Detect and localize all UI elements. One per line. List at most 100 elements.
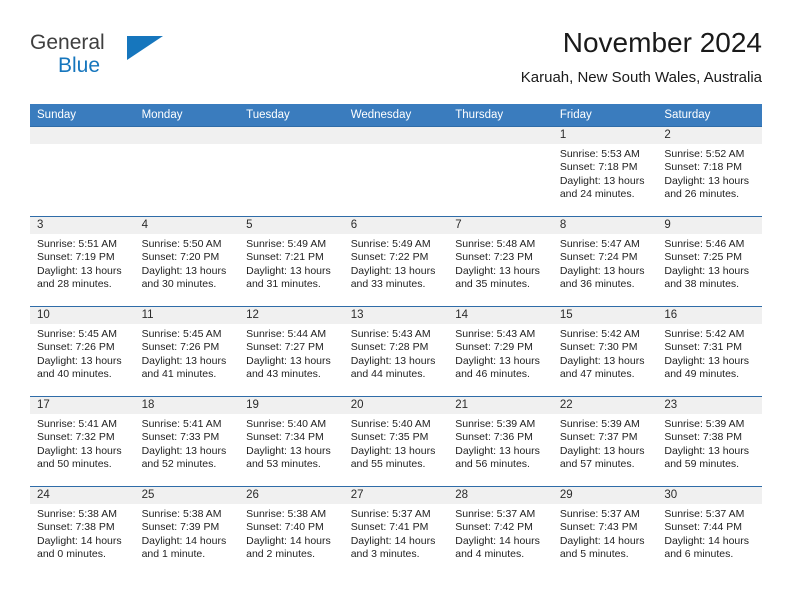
calendar-day-cell[interactable]: 1 Sunrise: 5:53 AM Sunset: 7:18 PM Daylight…: [552, 126, 658, 217]
calendar-day-cell[interactable]: 20 Sunrise: 5:40 AM Sunset: 7:35 PM Dayligh…: [343, 396, 449, 487]
calendar-day-cell[interactable]: 24 Sunrise: 5:38 AM Sunset: 7:38 PM Dayligh…: [30, 486, 135, 576]
day-number: 20: [343, 397, 449, 414]
sunset-time: Sunset: 7:29 PM: [455, 341, 533, 354]
calendar-day-cell[interactable]: 15 Sunrise: 5:42 AM Sunset: 7:30 PM Dayligh…: [552, 306, 658, 397]
calendar-day-cell[interactable]: 22 Sunrise: 5:39 AM Sunset: 7:37 PM Dayligh…: [552, 396, 658, 487]
weekday-header-tuesday: Tuesday: [239, 104, 344, 127]
calendar-day-cell[interactable]: 25 Sunrise: 5:38 AM Sunset: 7:39 PM Dayligh…: [134, 486, 240, 576]
day-cell-inner: [343, 127, 449, 216]
daylight-duration-line1: Daylight: 13 hours: [664, 354, 750, 367]
day-number: 9: [657, 217, 762, 234]
day-cell-details: [135, 144, 240, 148]
calendar-day-cell[interactable]: 19 Sunrise: 5:40 AM Sunset: 7:34 PM Dayligh…: [239, 396, 344, 487]
calendar-day-cell[interactable]: 28 Sunrise: 5:37 AM Sunset: 7:42 PM Dayligh…: [448, 486, 553, 576]
sunset-time: Sunset: 7:38 PM: [664, 431, 743, 444]
weekday-header-wednesday: Wednesday: [343, 104, 449, 127]
sunset-time: Sunset: 7:41 PM: [350, 521, 429, 534]
sunset-time: Sunset: 7:22 PM: [350, 251, 429, 264]
day-cell-inner: 12 Sunrise: 5:44 AM Sunset: 7:27 PM Dayligh…: [239, 307, 344, 396]
day-number: 29: [552, 487, 658, 504]
day-cell-inner: 5 Sunrise: 5:49 AM Sunset: 7:21 PM Daylight…: [239, 217, 344, 306]
brand-name-general: General: [30, 31, 105, 54]
calendar-day-cell[interactable]: 29 Sunrise: 5:37 AM Sunset: 7:43 PM Dayligh…: [552, 486, 658, 576]
daylight-duration-line2: and 30 minutes.: [141, 278, 217, 291]
day-number: 19: [239, 397, 344, 414]
calendar-day-cell[interactable]: 18 Sunrise: 5:41 AM Sunset: 7:33 PM Dayligh…: [134, 396, 240, 487]
calendar-day-cell[interactable]: 21 Sunrise: 5:39 AM Sunset: 7:36 PM Dayligh…: [448, 396, 553, 487]
calendar-day-cell[interactable]: 12 Sunrise: 5:44 AM Sunset: 7:27 PM Dayligh…: [239, 306, 344, 397]
daylight-duration-line2: and 38 minutes.: [664, 278, 740, 291]
calendar-day-cell[interactable]: 3 Sunrise: 5:51 AM Sunset: 7:19 PM Daylight…: [30, 216, 135, 307]
day-cell-details: Sunrise: 5:37 AM Sunset: 7:42 PM Daylight:…: [448, 504, 553, 562]
day-cell-inner: 22 Sunrise: 5:39 AM Sunset: 7:37 PM Dayligh…: [552, 397, 658, 486]
sunset-time: Sunset: 7:31 PM: [664, 341, 743, 354]
brand-logo[interactable]: General Blue: [30, 32, 270, 92]
calendar-day-cell[interactable]: 16 Sunrise: 5:42 AM Sunset: 7:31 PM Dayligh…: [657, 306, 762, 397]
daylight-duration-line1: Daylight: 13 hours: [37, 354, 122, 367]
daylight-duration-line1: Daylight: 14 hours: [559, 534, 645, 547]
calendar-day-cell[interactable]: 6 Sunrise: 5:49 AM Sunset: 7:22 PM Daylight…: [343, 216, 449, 307]
day-cell-inner: 20 Sunrise: 5:40 AM Sunset: 7:35 PM Dayligh…: [343, 397, 449, 486]
day-cell-inner: 15 Sunrise: 5:42 AM Sunset: 7:30 PM Dayligh…: [552, 307, 658, 396]
day-cell-details: Sunrise: 5:39 AM Sunset: 7:38 PM Daylight:…: [657, 414, 762, 472]
sunrise-time: Sunrise: 5:44 AM: [246, 328, 327, 340]
calendar-day-cell[interactable]: 26 Sunrise: 5:38 AM Sunset: 7:40 PM Dayligh…: [239, 486, 344, 576]
daylight-duration-line2: and 59 minutes.: [664, 458, 740, 471]
day-number: 2: [657, 127, 762, 144]
day-cell-details: Sunrise: 5:37 AM Sunset: 7:41 PM Daylight:…: [344, 504, 449, 562]
sunrise-time: Sunrise: 5:41 AM: [141, 418, 222, 430]
daylight-duration-line2: and 2 minutes.: [246, 548, 316, 561]
calendar-week-row: 24 Sunrise: 5:38 AM Sunset: 7:38 PM Dayligh…: [30, 486, 762, 576]
day-number: 4: [134, 217, 240, 234]
day-number: [134, 127, 240, 144]
calendar-day-cell[interactable]: 2 Sunrise: 5:52 AM Sunset: 7:18 PM Daylight…: [657, 126, 762, 217]
daylight-duration-line2: and 53 minutes.: [246, 458, 321, 471]
calendar-day-cell[interactable]: 8 Sunrise: 5:47 AM Sunset: 7:24 PM Daylight…: [552, 216, 658, 307]
day-cell-details: Sunrise: 5:45 AM Sunset: 7:26 PM Daylight:…: [135, 324, 240, 382]
day-cell-details: [448, 144, 553, 148]
calendar-day-cell[interactable]: 30 Sunrise: 5:37 AM Sunset: 7:44 PM Dayligh…: [657, 486, 762, 576]
calendar-day-cell[interactable]: 5 Sunrise: 5:49 AM Sunset: 7:21 PM Daylight…: [239, 216, 344, 307]
day-cell-inner: 27 Sunrise: 5:37 AM Sunset: 7:41 PM Dayligh…: [343, 487, 449, 576]
daylight-duration-line2: and 35 minutes.: [455, 278, 530, 291]
calendar-day-cell[interactable]: 13 Sunrise: 5:43 AM Sunset: 7:28 PM Dayligh…: [343, 306, 449, 397]
daylight-duration-line2: and 44 minutes.: [350, 368, 426, 381]
calendar-week-row: 1 Sunrise: 5:53 AM Sunset: 7:18 PM Daylight…: [30, 126, 762, 217]
calendar-day-cell[interactable]: 17 Sunrise: 5:41 AM Sunset: 7:32 PM Dayligh…: [30, 396, 135, 487]
calendar-day-cell[interactable]: 27 Sunrise: 5:37 AM Sunset: 7:41 PM Dayligh…: [343, 486, 449, 576]
sunrise-time: Sunrise: 5:37 AM: [350, 508, 431, 520]
day-cell-details: Sunrise: 5:40 AM Sunset: 7:34 PM Daylight:…: [239, 414, 344, 472]
sunrise-time: Sunrise: 5:42 AM: [559, 328, 640, 340]
day-number: 18: [134, 397, 240, 414]
calendar-day-cell[interactable]: 23 Sunrise: 5:39 AM Sunset: 7:38 PM Dayligh…: [657, 396, 762, 487]
daylight-duration-line1: Daylight: 14 hours: [37, 534, 122, 547]
day-number: 5: [239, 217, 344, 234]
day-number: 15: [552, 307, 658, 324]
daylight-duration-line1: Daylight: 13 hours: [37, 444, 122, 457]
brand-name-blue: Blue: [58, 54, 101, 77]
day-cell-inner: 17 Sunrise: 5:41 AM Sunset: 7:32 PM Dayligh…: [30, 397, 135, 486]
daylight-duration-line2: and 5 minutes.: [559, 548, 629, 561]
day-cell-details: Sunrise: 5:49 AM Sunset: 7:22 PM Daylight:…: [344, 234, 449, 292]
day-cell-inner: [30, 127, 135, 216]
day-number: 30: [657, 487, 762, 504]
daylight-duration-line1: Daylight: 14 hours: [455, 534, 540, 547]
daylight-duration-line1: Daylight: 13 hours: [559, 174, 645, 187]
sunrise-time: Sunrise: 5:41 AM: [37, 418, 117, 430]
sunset-time: Sunset: 7:23 PM: [455, 251, 533, 264]
calendar-day-cell[interactable]: 11 Sunrise: 5:45 AM Sunset: 7:26 PM Dayligh…: [134, 306, 240, 397]
day-cell-details: Sunrise: 5:39 AM Sunset: 7:37 PM Daylight:…: [553, 414, 658, 472]
sunset-time: Sunset: 7:18 PM: [664, 161, 743, 174]
day-number: 7: [448, 217, 553, 234]
calendar-day-cell[interactable]: 7 Sunrise: 5:48 AM Sunset: 7:23 PM Daylight…: [448, 216, 553, 307]
calendar-day-cell[interactable]: 10 Sunrise: 5:45 AM Sunset: 7:26 PM Dayligh…: [30, 306, 135, 397]
sunrise-time: Sunrise: 5:52 AM: [664, 148, 745, 160]
day-cell-details: Sunrise: 5:52 AM Sunset: 7:18 PM Daylight:…: [657, 144, 762, 202]
day-cell-details: Sunrise: 5:38 AM Sunset: 7:40 PM Daylight:…: [239, 504, 344, 562]
day-cell-inner: 19 Sunrise: 5:40 AM Sunset: 7:34 PM Dayligh…: [239, 397, 344, 486]
daylight-duration-line1: Daylight: 13 hours: [664, 264, 750, 277]
calendar-day-cell[interactable]: 14 Sunrise: 5:43 AM Sunset: 7:29 PM Dayligh…: [448, 306, 553, 397]
calendar-day-cell[interactable]: 9 Sunrise: 5:46 AM Sunset: 7:25 PM Daylight…: [657, 216, 762, 307]
calendar-day-cell[interactable]: 4 Sunrise: 5:50 AM Sunset: 7:20 PM Daylight…: [134, 216, 240, 307]
day-number: 1: [552, 127, 658, 144]
